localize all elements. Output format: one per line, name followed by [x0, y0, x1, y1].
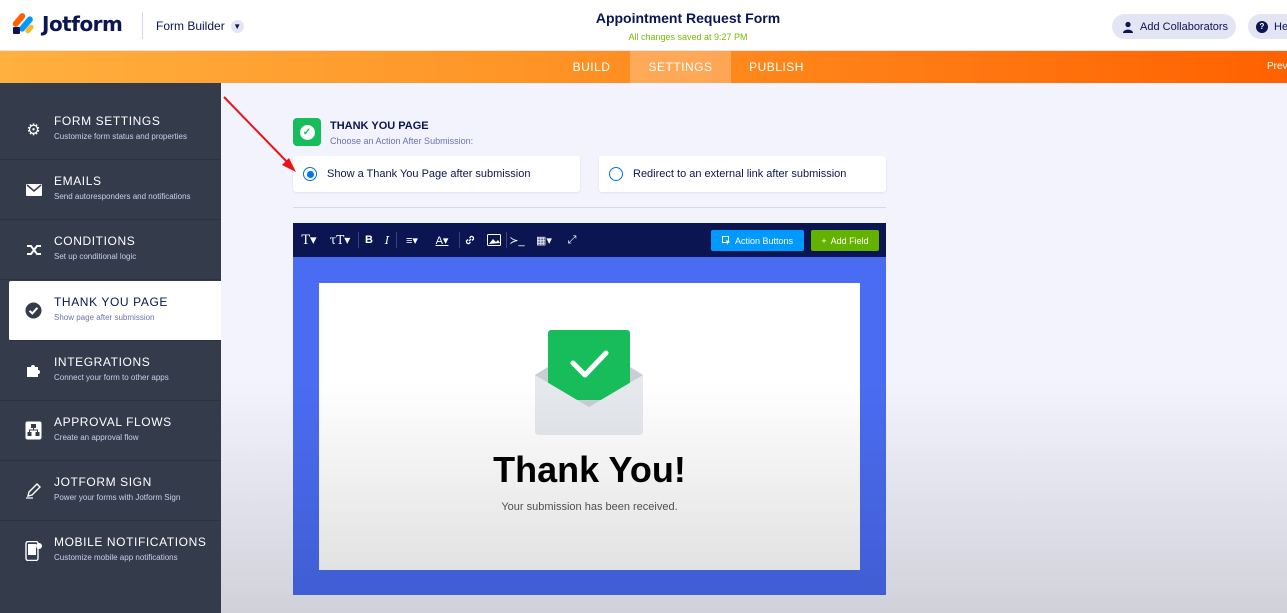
action-buttons-button[interactable]: Action Buttons [711, 230, 804, 251]
radio-unselected[interactable] [609, 167, 623, 181]
panel-subtitle: Choose an Action After Submission: [330, 136, 474, 146]
settings-sidebar: ⚙ FORM SETTINGS Customize form status an… [0, 83, 221, 613]
option-label: Redirect to an external link after submi… [633, 168, 847, 180]
check-circle-icon [24, 301, 43, 320]
sidebar-item-subtitle: Customize form status and properties [54, 132, 187, 141]
sidebar-item-subtitle: Create an approval flow [54, 433, 139, 442]
toolbar-separator [459, 232, 460, 248]
cursor-icon [721, 236, 731, 245]
text-color-icon[interactable]: A▾ [431, 232, 453, 248]
envelope-check-icon [533, 329, 645, 435]
option-show-thank-you-page[interactable]: Show a Thank You Page after submission [293, 156, 580, 192]
toolbar-separator [506, 232, 507, 248]
sidebar-item-mobile-notifications[interactable]: MOBILE NOTIFICATIONS Customize mobile ap… [0, 521, 221, 581]
add-field-label: Add Field [830, 235, 869, 246]
expand-icon[interactable]: ⤢ [565, 232, 579, 248]
help-label: Help [1274, 20, 1287, 33]
sidebar-item-subtitle: Power your forms with Jotform Sign [54, 493, 181, 502]
thank-you-check-badge-icon: ✓ [293, 118, 321, 146]
flow-icon [24, 421, 43, 440]
align-icon[interactable]: ≡▾ [401, 232, 423, 248]
font-size-icon[interactable]: τT▾ [327, 232, 353, 248]
save-status: All changes saved at 9:27 PM [628, 32, 748, 42]
mobile-icon [24, 540, 43, 561]
link-icon[interactable] [463, 232, 477, 248]
toolbar-separator [358, 232, 359, 248]
pen-icon [24, 481, 43, 500]
tab-publish[interactable]: PUBLISH [735, 51, 818, 83]
sidebar-item-integrations[interactable]: INTEGRATIONS Connect your form to other … [0, 341, 221, 401]
sidebar-item-title: APPROVAL FLOWS [54, 415, 172, 429]
sidebar-item-conditions[interactable]: CONDITIONS Set up conditional logic [0, 220, 221, 280]
add-collaborators-label: Add Collaborators [1140, 20, 1229, 33]
question-icon: ? [1256, 20, 1268, 33]
add-field-button[interactable]: + Add Field [811, 230, 879, 251]
form-title[interactable]: Appointment Request Form [0, 10, 1287, 26]
divider [293, 207, 886, 208]
help-button[interactable]: ? Help [1248, 14, 1287, 39]
action-buttons-label: Action Buttons [734, 235, 794, 246]
plus-icon: + [821, 235, 827, 246]
shuffle-icon [24, 240, 43, 259]
sidebar-item-subtitle: Send autoresponders and notifications [54, 192, 191, 201]
sidebar-item-jotform-sign[interactable]: JOTFORM SIGN Power your forms with Jotfo… [0, 461, 221, 521]
sidebar-item-subtitle: Customize mobile app notifications [54, 553, 178, 562]
bold-icon[interactable]: B [363, 232, 375, 248]
table-icon[interactable]: ▦▾ [533, 232, 555, 248]
sidebar-item-approval-flows[interactable]: APPROVAL FLOWS Create an approval flow [0, 401, 221, 461]
sidebar-item-title: INTEGRATIONS [54, 355, 151, 369]
sidebar-item-subtitle: Show page after submission [54, 313, 155, 322]
sidebar-item-subtitle: Connect your form to other apps [54, 373, 169, 382]
radio-selected[interactable] [303, 167, 317, 181]
sidebar-item-title: MOBILE NOTIFICATIONS [54, 535, 207, 549]
code-icon[interactable]: ≻_ [509, 232, 524, 248]
sidebar-item-title: EMAILS [54, 174, 102, 188]
option-label: Show a Thank You Page after submission [327, 168, 531, 180]
add-collaborators-button[interactable]: Add Collaborators [1112, 14, 1236, 39]
image-icon[interactable] [486, 232, 502, 248]
top-header: Jotform Form Builder ▼ Appointment Reque… [0, 0, 1287, 51]
gear-icon: ⚙ [26, 121, 41, 139]
sidebar-item-title: JOTFORM SIGN [54, 475, 152, 489]
sidebar-item-title: THANK YOU PAGE [54, 295, 168, 309]
tab-settings[interactable]: SETTINGS [630, 51, 731, 83]
text-style-icon[interactable]: T▾ [299, 232, 319, 248]
puzzle-icon [24, 361, 43, 380]
panel-title: THANK YOU PAGE [330, 120, 429, 132]
builder-nav: BUILD SETTINGS PUBLISH Preview [0, 51, 1287, 83]
tab-build[interactable]: BUILD [557, 51, 626, 83]
sidebar-item-title: FORM SETTINGS [54, 114, 161, 128]
sidebar-item-title: CONDITIONS [54, 234, 136, 248]
preview-toggle[interactable]: Preview [1267, 61, 1287, 72]
sidebar-item-emails[interactable]: EMAILS Send autoresponders and notificat… [0, 160, 221, 220]
sidebar-item-form-settings[interactable]: ⚙ FORM SETTINGS Customize form status an… [0, 100, 221, 160]
user-icon [1123, 21, 1133, 33]
thank-you-heading: Thank You! [493, 449, 686, 490]
envelope-icon [24, 180, 43, 199]
option-redirect-external-link[interactable]: Redirect to an external link after submi… [599, 156, 886, 192]
sidebar-item-subtitle: Set up conditional logic [54, 252, 137, 261]
thank-you-message: Your submission has been received. [501, 501, 678, 513]
toolbar-separator [396, 232, 397, 248]
italic-icon[interactable]: I [381, 232, 393, 248]
sidebar-item-thank-you-page[interactable]: THANK YOU PAGE Show page after submissio… [9, 281, 221, 341]
